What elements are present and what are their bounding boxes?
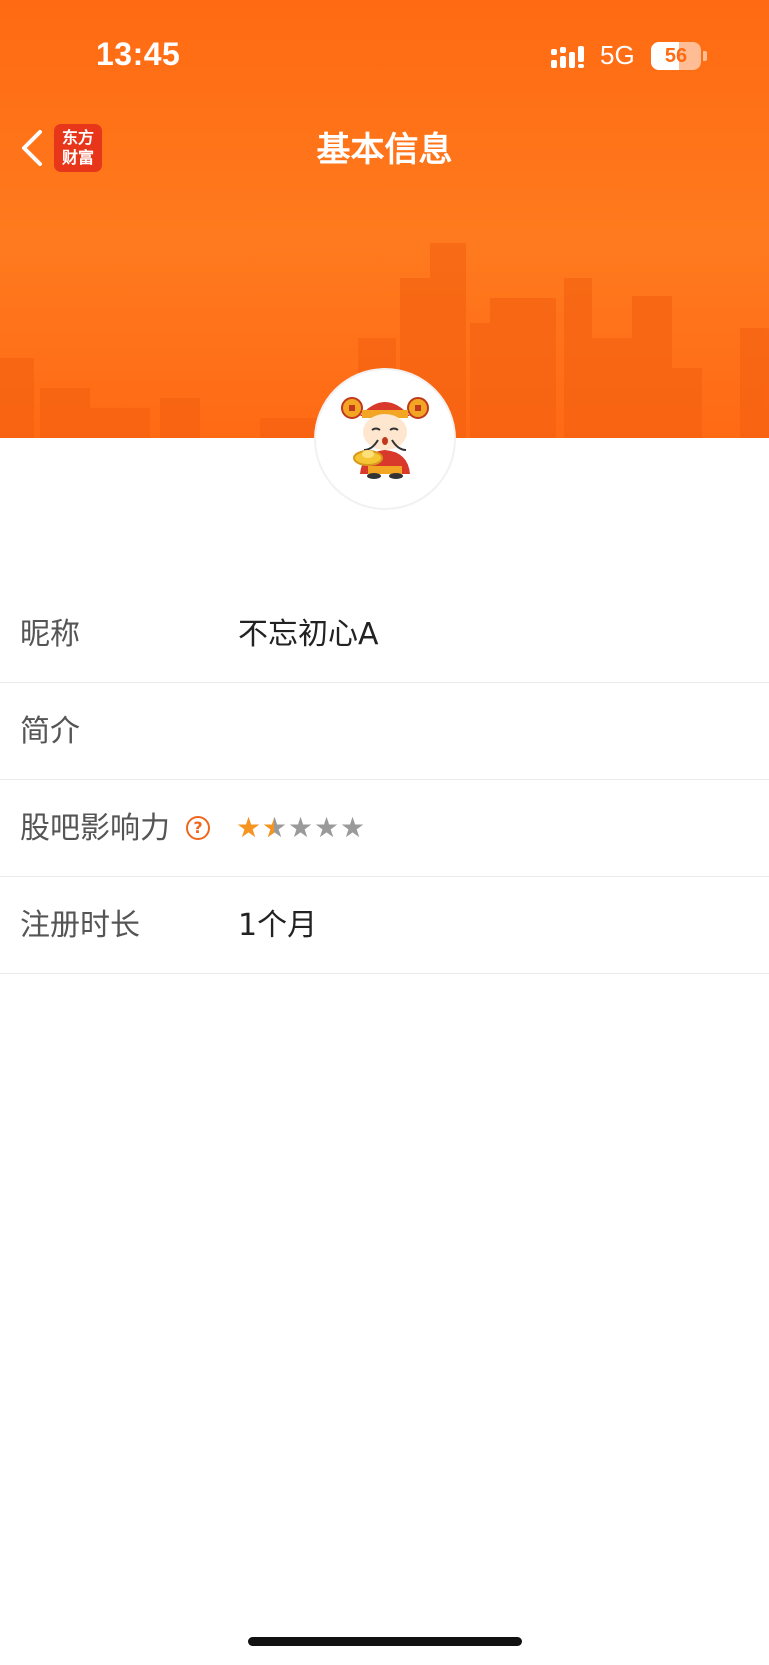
avatar-mascot-icon bbox=[341, 397, 429, 479]
influence-label: 股吧影响力 bbox=[20, 811, 170, 846]
star-icon: ★ bbox=[262, 813, 287, 844]
row-influence: 股吧影响力 ? ★ ★ ★ ★ ★ bbox=[0, 780, 769, 877]
avatar[interactable] bbox=[316, 370, 454, 508]
nickname-label: 昵称 bbox=[20, 617, 80, 652]
status-time: 13:45 bbox=[96, 36, 181, 72]
signal-icon bbox=[551, 46, 584, 68]
star-icon: ★ bbox=[340, 811, 366, 844]
registration-label: 注册时长 bbox=[20, 908, 140, 943]
star-icon: ★ bbox=[288, 811, 314, 844]
network-type: 5G bbox=[600, 40, 635, 70]
row-nickname: 昵称 不忘初心A bbox=[0, 586, 769, 683]
page-title: 基本信息 bbox=[316, 130, 453, 170]
help-icon[interactable]: ? bbox=[186, 816, 210, 840]
row-bio: 简介 bbox=[0, 683, 769, 780]
battery-icon: 56 bbox=[651, 42, 701, 70]
profile-info-list: 昵称 不忘初心A 简介 股吧影响力 ? ★★★★★ 注册时长 1个月 bbox=[0, 586, 769, 974]
row-registration: 注册时长 1个月 bbox=[0, 877, 769, 974]
star-icon: ★ bbox=[314, 811, 340, 844]
bio-label: 简介 bbox=[20, 714, 80, 749]
battery-cap bbox=[703, 51, 707, 61]
home-indicator[interactable] bbox=[248, 1637, 522, 1646]
battery-level: 56 bbox=[664, 45, 688, 67]
influence-rating: ★ ★ ★ ★ ★ bbox=[236, 811, 366, 844]
nickname-value: 不忘初心A bbox=[238, 617, 379, 652]
star-icon: ★ bbox=[236, 811, 262, 844]
registration-value: 1个月 bbox=[238, 908, 318, 943]
